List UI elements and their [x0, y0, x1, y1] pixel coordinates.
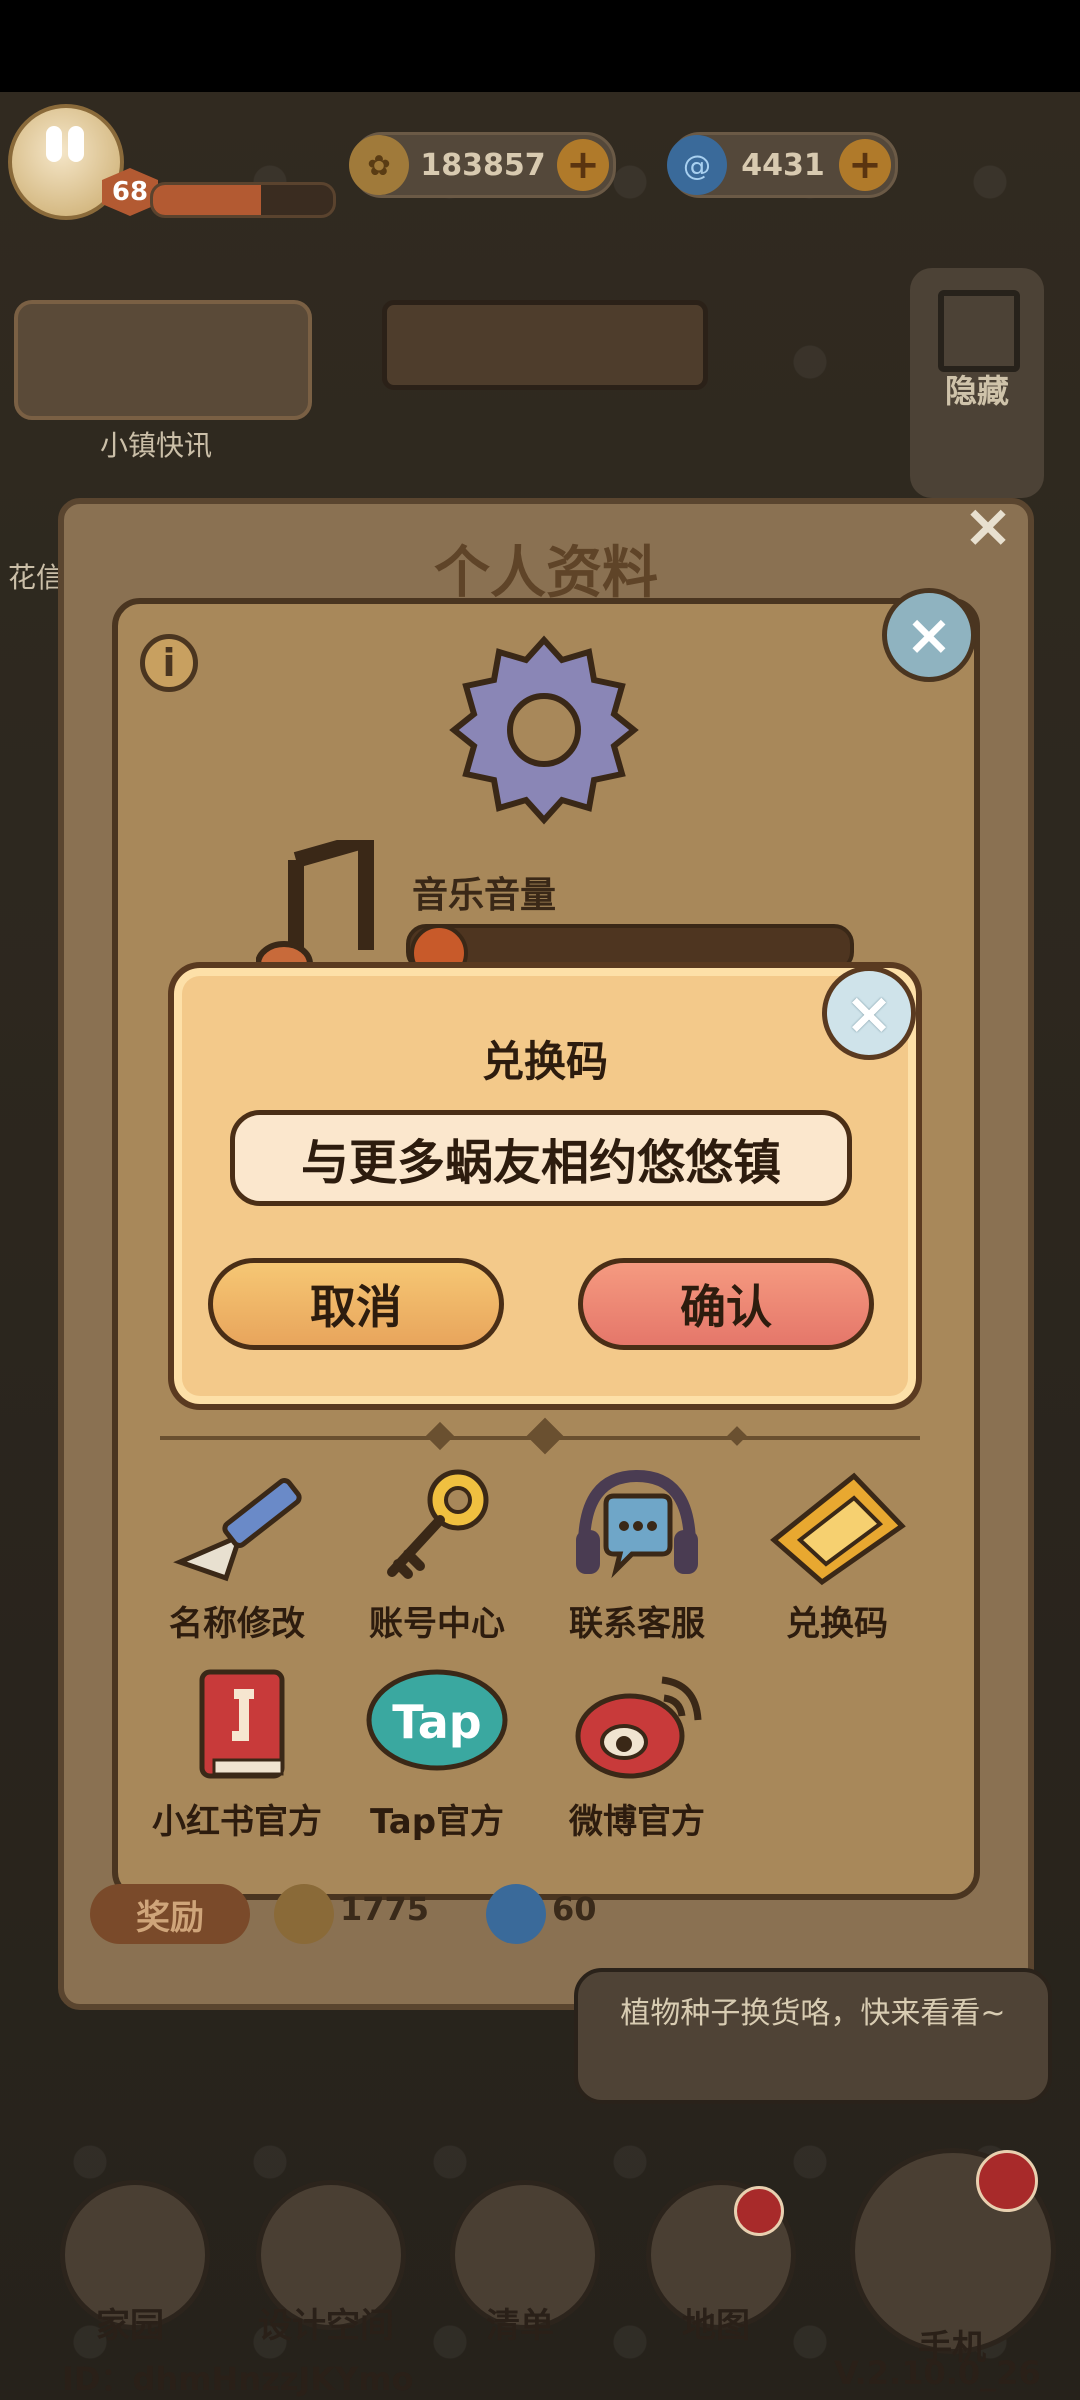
coin-counter: ✿ 183857 + [349, 132, 616, 198]
npc-speech-bubble[interactable]: 植物种子换货咯，快来看看~ [574, 1968, 1052, 2104]
nav-home-label: 家园 [96, 2306, 164, 2346]
reward-row: 奖励 1775 60 [90, 1884, 680, 1944]
side-label: 花信 [8, 561, 65, 594]
hide-ui-label: 隐藏 [944, 372, 1009, 410]
customer-service-label: 联系客服 [569, 1604, 705, 1644]
settings-close-button[interactable]: × [882, 588, 976, 682]
redeem-code-dialog: 兑换码 与更多蜗友相约悠悠镇 取消 确认 [168, 962, 922, 1410]
nav-design-label: 设计空间 [258, 2306, 394, 2346]
tap-menu-item[interactable]: Tap Tap官方 [342, 1664, 532, 1843]
reward-gems-value: 60 [552, 1890, 597, 1928]
coin-value: 183857 [420, 147, 546, 183]
redeem-code-menu-item[interactable]: 兑换码 [742, 1466, 932, 1645]
rename-label: 名称修改 [169, 1604, 305, 1644]
redeem-dialog-title: 兑换码 [481, 1037, 608, 1086]
town-news-label: 小镇快讯 [100, 429, 213, 462]
confirm-button[interactable]: 确认 [578, 1258, 874, 1350]
key-icon [387, 1469, 489, 1579]
gem-value: 4431 [741, 147, 825, 183]
customer-service-menu-item[interactable]: 联系客服 [542, 1466, 732, 1645]
fullscreen-icon [938, 290, 1020, 372]
weibo-icon [575, 1676, 702, 1779]
phone-notification-dot [976, 2150, 1038, 2212]
level-progress-fill [153, 185, 261, 215]
pencil-icon [173, 1478, 302, 1582]
rename-menu-item[interactable]: 名称修改 [142, 1466, 332, 1645]
town-news-card[interactable] [14, 300, 312, 420]
red-book-icon [199, 1669, 285, 1779]
gear-icon [449, 635, 639, 825]
outer-close-icon[interactable]: × [958, 496, 1018, 556]
add-coins-button[interactable]: + [557, 139, 609, 191]
reward-gem-icon [486, 1884, 546, 1944]
npc-speech-text: 植物种子换货咯，快来看看~ [620, 1996, 1006, 2031]
tap-label: Tap官方 [369, 1802, 505, 1842]
version-text: V.2.10.0_26 [834, 2354, 1041, 2392]
account-center-menu-item[interactable]: 账号中心 [342, 1466, 532, 1645]
nav-map-label: 地图 [682, 2306, 750, 2346]
tap-logo-text: Tap [392, 1695, 481, 1749]
headset-icon [576, 1469, 698, 1579]
ticket-icon [770, 1472, 906, 1586]
add-gems-button[interactable]: + [839, 139, 891, 191]
tap-icon: Tap [366, 1669, 508, 1771]
section-divider [160, 1417, 920, 1455]
gem-counter: @ 4431 + [667, 132, 898, 198]
xiaohongshu-label: 小红书官方 [152, 1802, 322, 1842]
level-progress-bar [150, 182, 336, 218]
cancel-button[interactable]: 取消 [208, 1258, 504, 1350]
redeem-dialog-close-button[interactable]: × [822, 966, 916, 1060]
map-notification-dot [734, 2186, 784, 2236]
profile-title: 个人资料 [434, 541, 658, 606]
weibo-menu-item[interactable]: 微博官方 [542, 1664, 732, 1843]
nav-list-label: 清单 [486, 2306, 554, 2346]
swirl-gem-icon: @ [667, 135, 727, 195]
xiaohongshu-menu-item[interactable]: 小红书官方 [142, 1664, 332, 1843]
coin-icon: ✿ [349, 135, 409, 195]
reward-tag: 奖励 [90, 1884, 250, 1944]
reward-coin-icon [274, 1884, 334, 1944]
music-volume-label: 音乐音量 [412, 875, 557, 916]
info-icon[interactable]: i [140, 634, 198, 692]
event-banner[interactable] [382, 300, 708, 390]
redeem-code-label: 兑换码 [786, 1604, 888, 1644]
weibo-label: 微博官方 [569, 1802, 705, 1842]
account-center-label: 账号中心 [369, 1604, 505, 1644]
player-id: ID：dhmHnzzJKYmo [62, 2360, 414, 2398]
redeem-code-input[interactable]: 与更多蜗友相约悠悠镇 [230, 1110, 852, 1206]
reward-coins-value: 1775 [340, 1890, 430, 1928]
hide-ui-button[interactable]: 隐藏 [910, 268, 1044, 498]
